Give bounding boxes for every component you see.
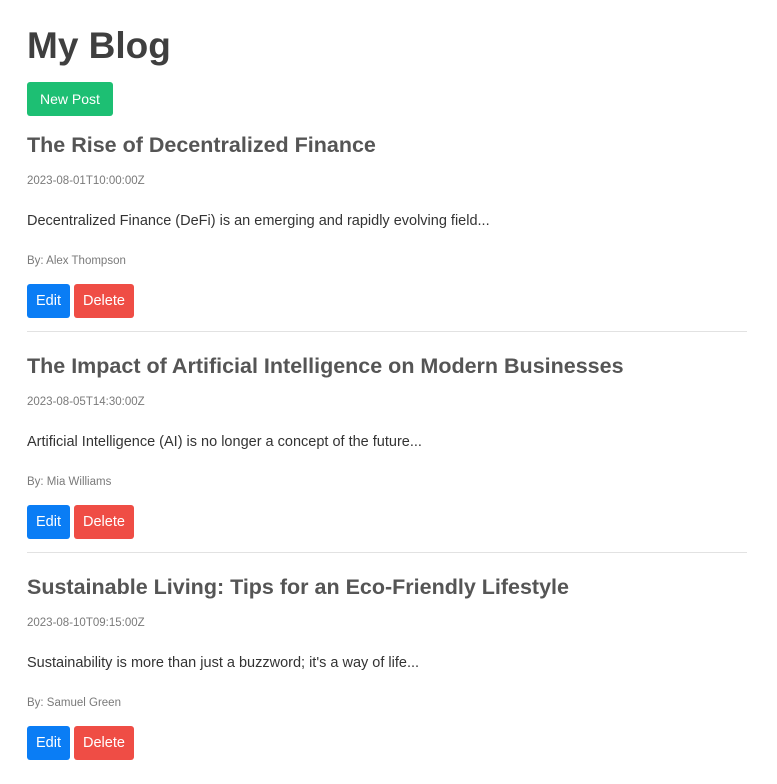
post-item: The Impact of Artificial Intelligence on… — [27, 332, 747, 553]
edit-button[interactable]: Edit — [27, 726, 70, 760]
post-title: Sustainable Living: Tips for an Eco-Frie… — [27, 575, 569, 599]
post-item: The Rise of Decentralized Finance 2023-0… — [27, 116, 747, 332]
post-actions: Edit Delete — [27, 505, 747, 539]
post-date: 2023-08-01T10:00:00Z — [27, 175, 145, 187]
post-author: By: Samuel Green — [27, 697, 121, 709]
post-excerpt: Decentralized Finance (DeFi) is an emerg… — [27, 213, 490, 229]
page-title: My Blog — [27, 25, 171, 66]
post-title: The Rise of Decentralized Finance — [27, 133, 376, 157]
edit-button[interactable]: Edit — [27, 505, 70, 539]
blog-page: My Blog New Post The Rise of Decentraliz… — [0, 0, 777, 773]
new-post-button[interactable]: New Post — [27, 82, 113, 116]
post-excerpt: Artificial Intelligence (AI) is no longe… — [27, 434, 422, 450]
post-author: By: Alex Thompson — [27, 255, 126, 267]
post-date: 2023-08-10T09:15:00Z — [27, 617, 145, 629]
edit-button[interactable]: Edit — [27, 284, 70, 318]
post-actions: Edit Delete — [27, 726, 747, 760]
delete-button[interactable]: Delete — [74, 726, 134, 760]
post-actions: Edit Delete — [27, 284, 747, 318]
post-list: The Rise of Decentralized Finance 2023-0… — [27, 116, 750, 773]
post-item: Sustainable Living: Tips for an Eco-Frie… — [27, 553, 747, 773]
post-excerpt: Sustainability is more than just a buzzw… — [27, 655, 420, 671]
post-title: The Impact of Artificial Intelligence on… — [27, 354, 624, 378]
post-date: 2023-08-05T14:30:00Z — [27, 396, 145, 408]
delete-button[interactable]: Delete — [74, 505, 134, 539]
delete-button[interactable]: Delete — [74, 284, 134, 318]
post-author: By: Mia Williams — [27, 476, 112, 488]
